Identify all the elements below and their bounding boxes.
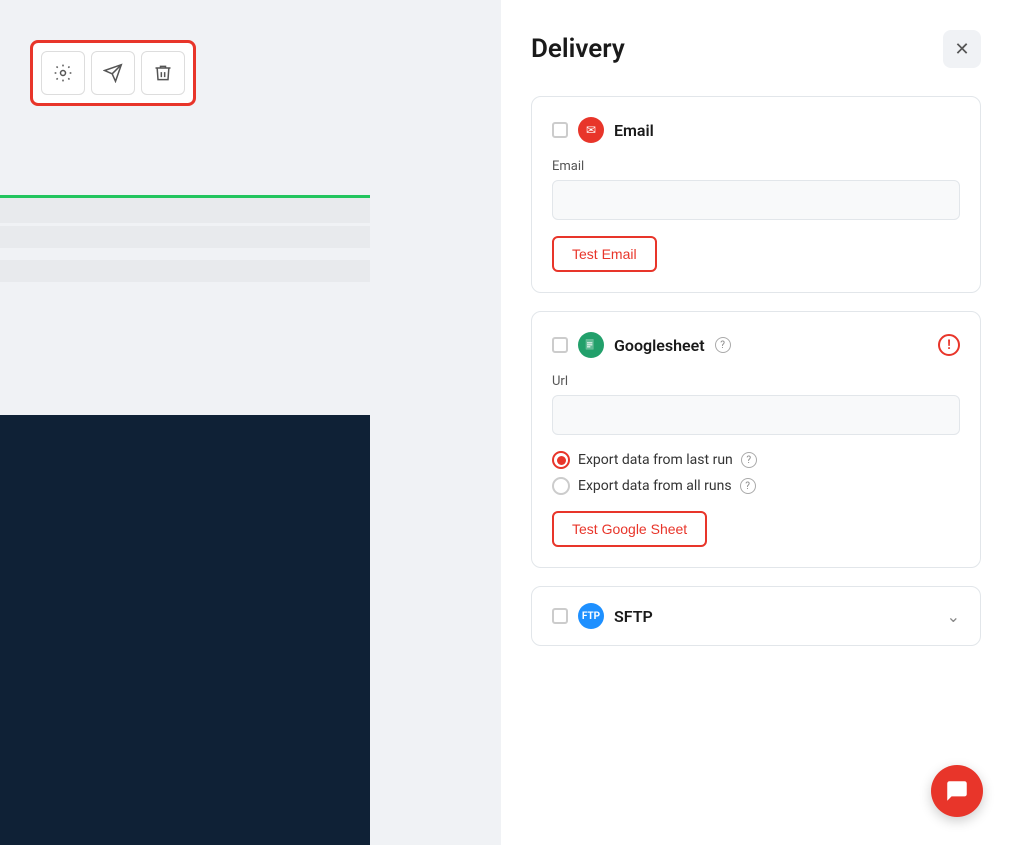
- email-checkbox[interactable]: [552, 122, 568, 138]
- chat-icon: [944, 778, 970, 804]
- export-all-runs-help-icon[interactable]: ?: [740, 478, 756, 494]
- googlesheet-label: Googlesheet: [614, 336, 705, 355]
- export-all-runs-row: Export data from all runs ?: [552, 477, 960, 495]
- email-field-label: Email: [552, 159, 960, 174]
- settings-button[interactable]: [41, 51, 85, 95]
- export-last-run-row: Export data from last run ?: [552, 451, 960, 469]
- googlesheet-section-card: Googlesheet ? ! Url Export data from las…: [531, 311, 981, 568]
- chat-bubble-button[interactable]: [931, 765, 983, 817]
- googlesheet-warning-icon: !: [938, 334, 960, 356]
- email-icon: ✉: [578, 117, 604, 143]
- googlesheet-checkbox[interactable]: [552, 337, 568, 353]
- googlesheet-icon: [578, 332, 604, 358]
- sftp-checkbox[interactable]: [552, 608, 568, 624]
- left-bottom-panel: [0, 415, 370, 845]
- export-all-runs-radio[interactable]: [552, 477, 570, 495]
- sftp-icon: FTP: [578, 603, 604, 629]
- toolbar-box: [30, 40, 196, 106]
- email-label: Email: [614, 121, 654, 140]
- googlesheet-section-header: Googlesheet ? !: [552, 332, 960, 358]
- delete-button[interactable]: [141, 51, 185, 95]
- email-section-header: ✉ Email: [552, 117, 960, 143]
- send-button[interactable]: [91, 51, 135, 95]
- export-last-run-help-icon[interactable]: ?: [741, 452, 757, 468]
- export-all-runs-label: Export data from all runs: [578, 478, 732, 494]
- sftp-left: FTP SFTP: [552, 603, 653, 629]
- url-input[interactable]: [552, 395, 960, 435]
- email-section-card: ✉ Email Email Test Email: [531, 96, 981, 293]
- mid-strip-2: [0, 260, 370, 282]
- delivery-title: Delivery: [531, 34, 625, 64]
- email-input[interactable]: [552, 180, 960, 220]
- delivery-panel: Delivery ✕ ✉ Email Email Test Email: [501, 0, 1011, 845]
- googlesheet-help-icon[interactable]: ?: [715, 337, 731, 353]
- close-icon: ✕: [954, 39, 969, 60]
- sftp-section-header: FTP SFTP ⌄: [552, 603, 960, 629]
- export-last-run-label: Export data from last run: [578, 452, 733, 468]
- test-google-sheet-button[interactable]: Test Google Sheet: [552, 511, 707, 547]
- export-radio-group: Export data from last run ? Export data …: [552, 451, 960, 495]
- export-last-run-radio[interactable]: [552, 451, 570, 469]
- url-field-label: Url: [552, 374, 960, 389]
- delivery-header: Delivery ✕: [531, 30, 981, 68]
- sftp-label: SFTP: [614, 607, 653, 626]
- progress-bar-area: [0, 195, 370, 223]
- left-panel: [0, 0, 370, 845]
- radio-inner-selected: [557, 456, 566, 465]
- mid-strip-1: [0, 226, 370, 248]
- close-button[interactable]: ✕: [943, 30, 981, 68]
- test-email-button[interactable]: Test Email: [552, 236, 657, 272]
- sftp-chevron-icon[interactable]: ⌄: [947, 607, 960, 626]
- progress-bar: [0, 195, 370, 198]
- sftp-section-card: FTP SFTP ⌄: [531, 586, 981, 646]
